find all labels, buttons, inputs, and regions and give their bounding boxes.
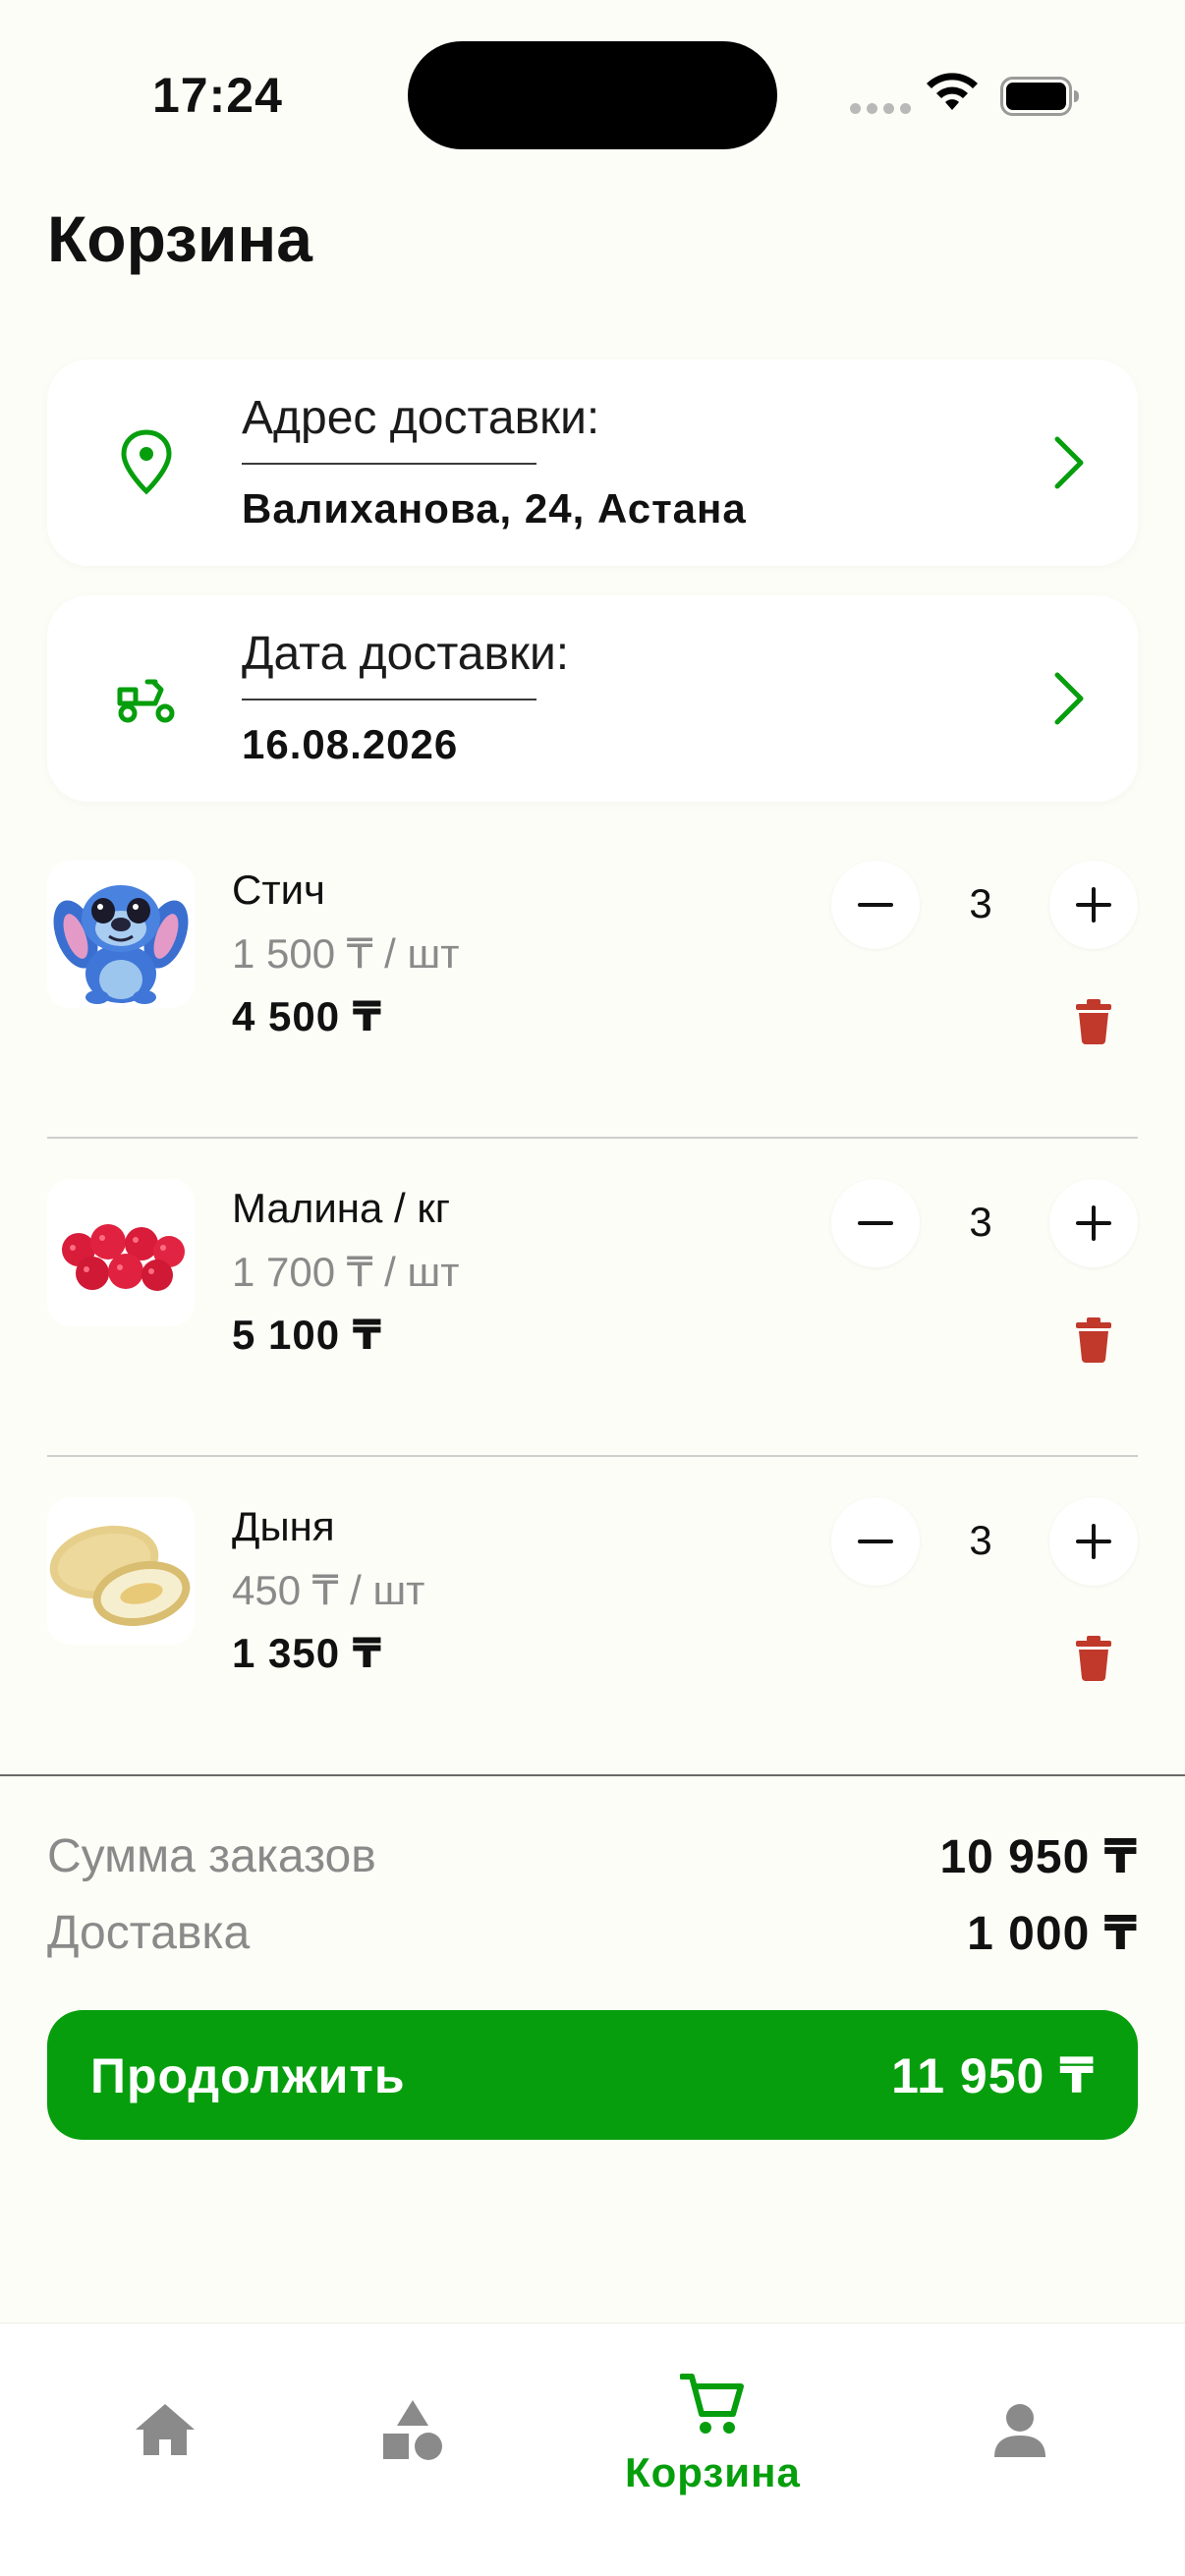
divider bbox=[47, 1455, 1138, 1457]
delivery-date-value: 16.08.2026 bbox=[242, 721, 459, 767]
item-quantity: 3 bbox=[969, 1199, 992, 1245]
plus-icon bbox=[1076, 1524, 1111, 1559]
minus-icon bbox=[858, 1221, 893, 1225]
dynamic-island bbox=[408, 41, 777, 149]
plus-icon bbox=[1076, 1205, 1111, 1241]
minus-icon bbox=[858, 903, 893, 907]
cart-icon bbox=[680, 2374, 744, 2434]
increase-quantity-button[interactable] bbox=[1049, 861, 1138, 949]
product-image-melon[interactable] bbox=[47, 1497, 195, 1645]
delivery-address-label: Адрес доставки: bbox=[242, 392, 600, 444]
item-name: Стич bbox=[232, 867, 325, 913]
item-unit-price: 1 700 ₸ / шт bbox=[232, 1249, 460, 1295]
location-pin-icon bbox=[121, 429, 172, 495]
item-name: Малина / кг bbox=[232, 1185, 451, 1231]
item-unit-price: 450 ₸ / шт bbox=[232, 1567, 425, 1613]
delivery-date-card[interactable]: Дата доставки: 16.08.2026 bbox=[47, 595, 1138, 802]
trash-icon[interactable] bbox=[1074, 998, 1113, 1045]
divider bbox=[0, 1774, 1185, 1776]
delivery-cost-value: 1 000 ₸ bbox=[967, 1908, 1138, 1960]
increase-quantity-button[interactable] bbox=[1049, 1179, 1138, 1267]
product-image-stitch[interactable] bbox=[47, 861, 195, 1008]
battery-icon bbox=[1000, 77, 1079, 116]
item-total: 1 350 ₸ bbox=[232, 1630, 382, 1676]
item-quantity: 3 bbox=[969, 1517, 992, 1563]
bottom-nav: Корзина bbox=[0, 2323, 1185, 2576]
delivery-address-card[interactable]: Адрес доставки: Валиханова, 24, Астана bbox=[47, 360, 1138, 566]
decrease-quantity-button[interactable] bbox=[831, 1179, 920, 1267]
stitch-plush-image bbox=[53, 884, 189, 1004]
trash-icon[interactable] bbox=[1074, 1316, 1113, 1364]
continue-button-label: Продолжить bbox=[90, 2048, 406, 2103]
nav-item-home[interactable] bbox=[108, 2324, 226, 2520]
plus-icon bbox=[1076, 887, 1111, 923]
divider bbox=[242, 463, 536, 465]
profile-icon bbox=[994, 2404, 1045, 2457]
item-quantity: 3 bbox=[969, 880, 992, 926]
item-total: 4 500 ₸ bbox=[232, 993, 382, 1039]
orders-sum-value: 10 950 ₸ bbox=[939, 1831, 1138, 1883]
status-bar: 17:24 bbox=[0, 0, 1185, 187]
nav-item-categories[interactable] bbox=[354, 2324, 472, 2520]
nav-item-profile[interactable] bbox=[961, 2324, 1079, 2520]
increase-quantity-button[interactable] bbox=[1049, 1497, 1138, 1586]
divider bbox=[47, 1137, 1138, 1139]
home-icon bbox=[136, 2404, 195, 2455]
page-title: Корзина bbox=[47, 202, 312, 275]
categories-icon bbox=[383, 2400, 442, 2460]
delivery-cost-row: Доставка 1 000 ₸ bbox=[47, 1906, 1138, 1965]
chevron-right-icon bbox=[1054, 436, 1084, 489]
trash-icon[interactable] bbox=[1074, 1635, 1113, 1682]
scooter-icon bbox=[117, 679, 175, 723]
delivery-date-label: Дата доставки: bbox=[242, 628, 570, 680]
delivery-address-value: Валиханова, 24, Астана bbox=[242, 485, 747, 532]
wifi-icon bbox=[927, 73, 978, 110]
cart-item: Дыня 450 ₸ / шт 1 350 ₸ 3 bbox=[47, 1497, 1138, 1723]
minus-icon bbox=[858, 1540, 893, 1543]
decrease-quantity-button[interactable] bbox=[831, 1497, 920, 1586]
chevron-right-icon bbox=[1054, 672, 1084, 725]
continue-button[interactable]: Продолжить 11 950 ₸ bbox=[47, 2010, 1138, 2140]
cart-item: Стич 1 500 ₸ / шт 4 500 ₸ 3 bbox=[47, 861, 1138, 1087]
nav-item-cart[interactable]: Корзина bbox=[609, 2324, 825, 2520]
cart-item: Малина / кг 1 700 ₸ / шт 5 100 ₸ 3 bbox=[47, 1179, 1138, 1405]
continue-button-total: 11 950 ₸ bbox=[891, 2048, 1095, 2103]
melon-image bbox=[49, 1525, 191, 1626]
nav-item-cart-label: Корзина bbox=[625, 2449, 801, 2495]
item-total: 5 100 ₸ bbox=[232, 1312, 382, 1358]
delivery-cost-label: Доставка bbox=[47, 1907, 251, 1959]
divider bbox=[242, 699, 536, 700]
raspberry-image bbox=[62, 1224, 185, 1291]
orders-sum-row: Сумма заказов 10 950 ₸ bbox=[47, 1829, 1138, 1888]
cellular-signal-icon bbox=[850, 103, 911, 114]
item-unit-price: 1 500 ₸ / шт bbox=[232, 930, 460, 977]
product-image-raspberry[interactable] bbox=[47, 1179, 195, 1326]
status-time: 17:24 bbox=[152, 68, 283, 123]
decrease-quantity-button[interactable] bbox=[831, 861, 920, 949]
item-name: Дыня bbox=[232, 1503, 335, 1549]
orders-sum-label: Сумма заказов bbox=[47, 1830, 376, 1882]
